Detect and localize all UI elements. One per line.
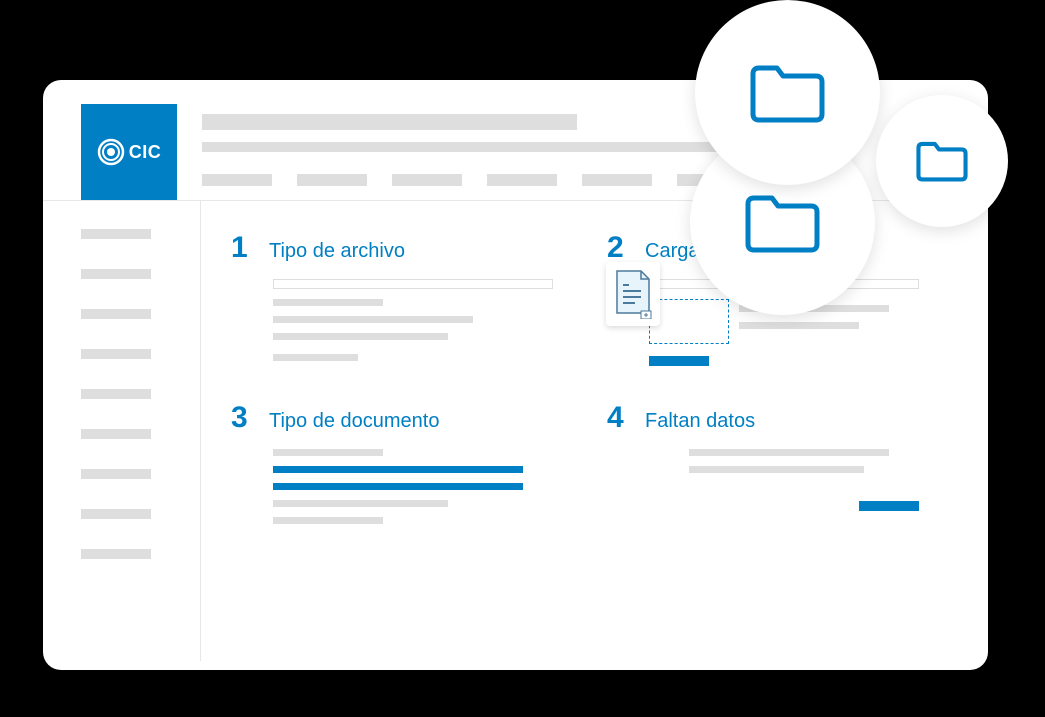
selected-line[interactable] [273, 483, 523, 490]
tab-placeholder[interactable] [202, 174, 272, 186]
step-4: 4 Faltan datos [607, 401, 958, 534]
action-button[interactable] [859, 501, 919, 511]
sidebar [43, 201, 201, 661]
step-title: Faltan datos [645, 410, 755, 433]
tab-placeholder[interactable] [392, 174, 462, 186]
folder-icon [913, 137, 971, 185]
text-placeholder [273, 500, 448, 507]
sidebar-item[interactable] [81, 469, 151, 479]
text-placeholder [689, 466, 864, 473]
document-icon [613, 269, 653, 319]
logo-text: CIC [129, 142, 162, 163]
sidebar-item[interactable] [81, 509, 151, 519]
text-placeholder [273, 517, 383, 524]
sidebar-item[interactable] [81, 229, 151, 239]
text-placeholder [739, 322, 859, 329]
step-number: 1 [231, 231, 251, 265]
upload-button[interactable] [649, 356, 709, 366]
tab-placeholder[interactable] [297, 174, 367, 186]
sidebar-item[interactable] [81, 429, 151, 439]
main-content: 1 Tipo de archivo 2 Cargar archivo [201, 201, 988, 661]
step-1: 1 Tipo de archivo [231, 231, 582, 371]
text-placeholder [689, 449, 889, 456]
sidebar-item[interactable] [81, 549, 151, 559]
step-number: 3 [231, 401, 251, 435]
tab-placeholder[interactable] [582, 174, 652, 186]
upload-dropzone[interactable] [649, 299, 729, 344]
logo-icon [97, 138, 125, 166]
file-preview-icon[interactable] [606, 262, 660, 326]
input-outline[interactable] [273, 279, 553, 289]
logo: CIC [81, 104, 177, 200]
sidebar-item[interactable] [81, 349, 151, 359]
folder-bubble [876, 95, 1008, 227]
text-placeholder [273, 354, 358, 361]
step-number: 4 [607, 401, 627, 435]
step-3: 3 Tipo de documento [231, 401, 582, 534]
folder-icon [740, 188, 825, 258]
step-title: Tipo de documento [269, 410, 439, 433]
text-placeholder [273, 449, 383, 456]
sidebar-item[interactable] [81, 309, 151, 319]
text-placeholder [273, 316, 473, 323]
text-placeholder [273, 299, 383, 306]
folder-icon [745, 58, 830, 128]
folder-bubble [695, 0, 880, 185]
header-subtitle-placeholder [202, 142, 732, 152]
step-title: Tipo de archivo [269, 240, 405, 263]
text-placeholder [273, 333, 448, 340]
sidebar-item[interactable] [81, 269, 151, 279]
header-title-placeholder [202, 114, 577, 130]
selected-line[interactable] [273, 466, 523, 473]
sidebar-item[interactable] [81, 389, 151, 399]
step-number: 2 [607, 231, 627, 265]
tab-placeholder[interactable] [487, 174, 557, 186]
